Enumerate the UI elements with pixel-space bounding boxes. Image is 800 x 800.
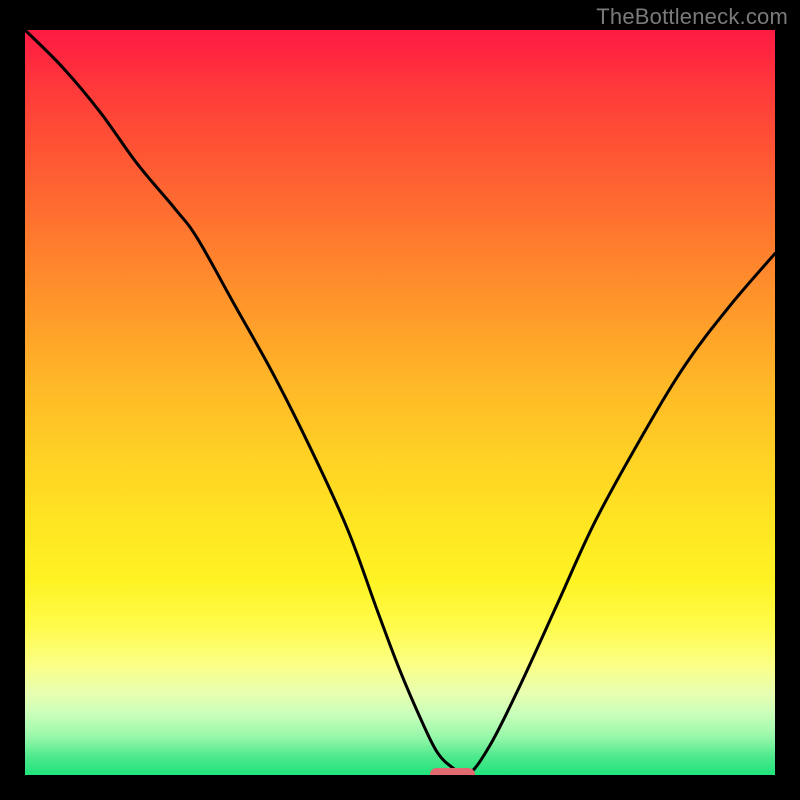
plot-area: [25, 30, 775, 775]
watermark-text: TheBottleneck.com: [596, 4, 788, 30]
optimal-marker: [430, 768, 475, 775]
bottleneck-curve: [25, 30, 775, 775]
chart-container: TheBottleneck.com: [0, 0, 800, 800]
